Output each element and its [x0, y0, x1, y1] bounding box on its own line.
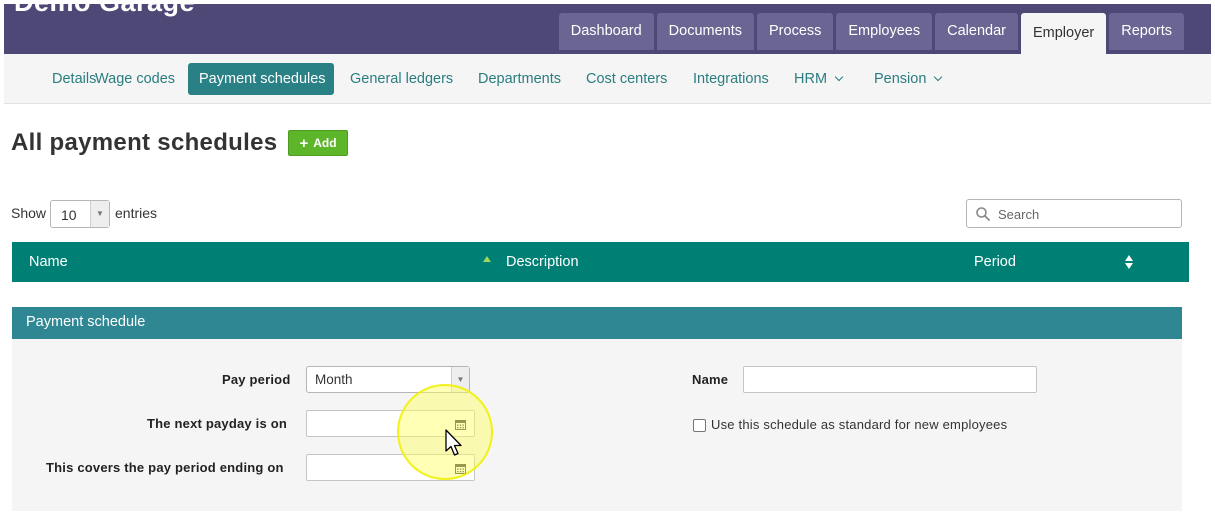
pay-period-label: Pay period	[222, 372, 291, 387]
tab-calendar[interactable]: Calendar	[935, 13, 1018, 50]
standard-schedule-checkbox[interactable]	[693, 419, 706, 432]
name-input[interactable]	[744, 367, 1036, 392]
subnav-payment-schedules[interactable]: Payment schedules	[188, 63, 334, 95]
subnav-hrm[interactable]: HRM	[783, 63, 853, 95]
tab-employees[interactable]: Employees	[836, 13, 933, 50]
column-header-name[interactable]: Name	[29, 254, 68, 270]
entries-value: 10	[61, 207, 77, 223]
period-ending-label: This covers the pay period ending on	[46, 460, 284, 475]
tab-employer[interactable]: Employer	[1020, 13, 1107, 54]
tab-documents[interactable]: Documents	[656, 13, 754, 50]
subnav-pension-label: Pension	[874, 71, 927, 87]
search-icon	[976, 207, 990, 221]
name-field[interactable]	[743, 366, 1037, 393]
tab-process[interactable]: Process	[757, 13, 834, 50]
brand-title: Demo Garage	[14, 0, 196, 17]
sort-ascending-icon[interactable]	[483, 256, 491, 262]
subnav-cost-centers[interactable]: Cost centers	[575, 63, 678, 95]
standard-schedule-label: Use this schedule as standard for new em…	[711, 417, 1008, 432]
subnav-integrations[interactable]: Integrations	[682, 63, 780, 95]
main-tabs: Dashboard Documents Process Employees Ca…	[558, 13, 1184, 54]
subnav-pension[interactable]: Pension	[863, 63, 952, 95]
subnav-general-ledgers[interactable]: General ledgers	[339, 63, 464, 95]
column-header-period[interactable]: Period	[974, 254, 1016, 270]
subnav-departments[interactable]: Departments	[467, 63, 572, 95]
entries-select[interactable]: 10 ▼	[50, 200, 110, 228]
chevron-down-icon	[934, 72, 943, 82]
tab-dashboard[interactable]: Dashboard	[558, 13, 654, 50]
chevron-down-icon: ▼	[90, 201, 109, 227]
subnav-hrm-label: HRM	[794, 71, 828, 87]
pay-period-value: Month	[315, 372, 353, 387]
top-header: Demo Garage Dashboard Documents Process …	[4, 0, 1211, 54]
search-input[interactable]	[996, 204, 1176, 224]
next-payday-label: The next payday is on	[147, 416, 288, 431]
panel-title: Payment schedule	[12, 307, 1182, 339]
entries-label: entries	[115, 205, 158, 221]
subnav-wage-codes[interactable]: Wage codes	[84, 63, 186, 95]
name-label: Name	[692, 372, 729, 387]
table-header: Name Description Period	[12, 242, 1189, 282]
sort-both-icon[interactable]	[1125, 255, 1133, 271]
tab-reports[interactable]: Reports	[1109, 13, 1184, 50]
mouse-cursor-icon	[445, 429, 462, 456]
search-box[interactable]	[966, 199, 1182, 228]
page-title: All payment schedules	[11, 129, 278, 156]
column-header-description[interactable]: Description	[506, 254, 579, 270]
add-button[interactable]: + Add	[288, 130, 348, 156]
plus-icon: +	[299, 134, 309, 152]
add-button-label: Add	[313, 136, 337, 150]
chevron-down-icon	[834, 72, 844, 82]
show-label: Show	[11, 205, 47, 221]
sub-navigation: Details Wage codes Payment schedules Gen…	[4, 54, 1211, 104]
